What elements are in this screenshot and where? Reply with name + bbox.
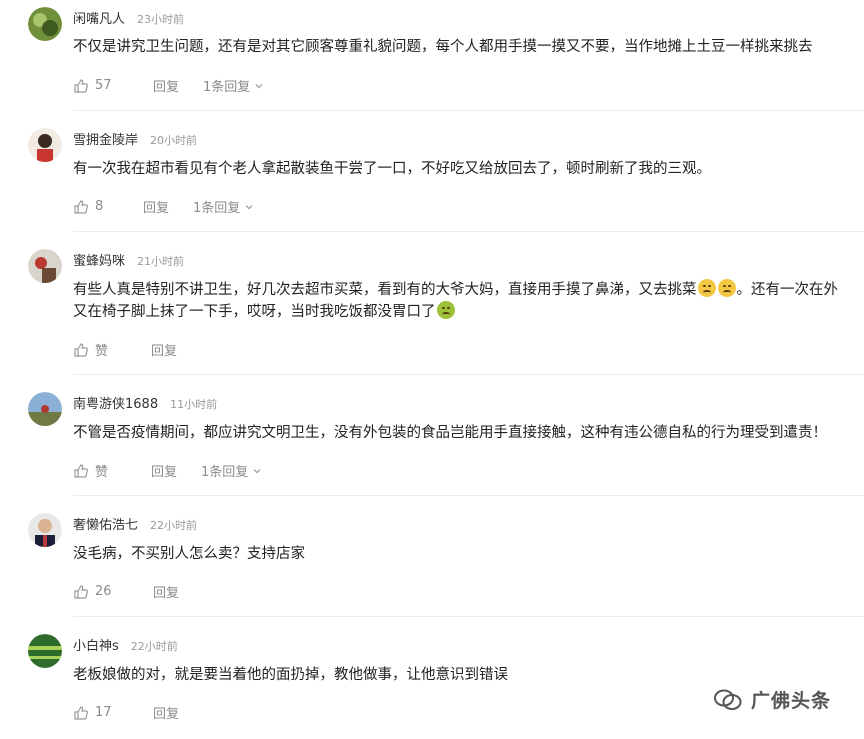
- divider: [73, 616, 864, 617]
- nauseated-face-emoji-icon: [436, 301, 455, 319]
- comment-actions: 赞 回复: [73, 340, 201, 359]
- username-text[interactable]: 奢懒佑浩七: [73, 518, 138, 533]
- username[interactable]: 蜜蜂妈咪 21小时前: [73, 250, 184, 269]
- sad-face-emoji-icon: [697, 279, 716, 297]
- comment-time: 23小时前: [137, 13, 185, 26]
- chevron-down-icon: [245, 204, 253, 209]
- chevron-down-icon: [255, 83, 263, 88]
- avatar[interactable]: [28, 634, 62, 668]
- comment-actions: 8 回复 1条回复: [73, 197, 254, 216]
- username[interactable]: 小白神s 22小时前: [73, 635, 178, 654]
- comment-actions: 17 回复: [73, 703, 203, 722]
- reply-button[interactable]: 回复: [153, 703, 203, 722]
- like-count: 17: [95, 705, 112, 720]
- divider: [73, 110, 864, 111]
- comment-actions: 赞 回复 1条回复: [73, 461, 262, 480]
- chevron-down-icon: [253, 468, 261, 473]
- comment-text: 没毛病，不买别人怎么卖？支持店家: [73, 546, 305, 562]
- comment-text: 又在椅子脚上抹了一下手，哎呀，当时我吃饭都没胃口了: [73, 301, 864, 324]
- reply-button[interactable]: 回复: [151, 461, 201, 480]
- thumbs-up-icon: [74, 342, 88, 357]
- comment-time: 20小时前: [150, 134, 198, 147]
- comment-text-line: 有些人真是特别不讲卫生，好几次去超市买菜，看到有的大爷大妈，直接用手摸了鼻涕，又…: [73, 282, 697, 298]
- reply-button[interactable]: 回复: [143, 197, 193, 216]
- replies-count: 1条回复: [203, 80, 251, 95]
- reply-button[interactable]: 回复: [151, 340, 201, 359]
- comment-text: 不仅是讲究卫生问题，还有是对其它顾客尊重礼貌问题，每个人都用手摸一摸又不要，当作…: [73, 39, 813, 55]
- comment-text: 有一次我在超市看见有个老人拿起散装鱼干尝了一口，不好吃又给放回去了，顿时刷新了我…: [73, 161, 711, 177]
- comment-text: 有些人真是特别不讲卫生，好几次去超市买菜，看到有的大爷大妈，直接用手摸了鼻涕，又…: [73, 279, 864, 302]
- like-label: 赞: [95, 344, 109, 359]
- username-text[interactable]: 雪拥金陵岸: [73, 133, 138, 148]
- comment-time: 21小时前: [137, 255, 185, 268]
- username-text[interactable]: 蜜蜂妈咪: [73, 254, 125, 269]
- thumbs-up-icon: [74, 78, 88, 93]
- divider: [73, 495, 864, 496]
- thumbs-up-icon: [74, 705, 88, 720]
- avatar[interactable]: [28, 513, 62, 547]
- username-text[interactable]: 小白神s: [73, 639, 119, 654]
- like-button[interactable]: 8: [73, 199, 143, 215]
- username[interactable]: 闲嘴凡人 23小时前: [73, 8, 184, 27]
- watermark-text: 广佛头条: [751, 690, 832, 712]
- reply-button[interactable]: 回复: [153, 582, 203, 601]
- like-button[interactable]: 26: [73, 584, 153, 600]
- like-button[interactable]: 57: [73, 78, 153, 94]
- like-count: 26: [95, 584, 112, 599]
- comment-time: 22小时前: [130, 640, 178, 653]
- username[interactable]: 奢懒佑浩七 22小时前: [73, 514, 197, 533]
- comment-text: 老板娘做的对，就是要当着他的面扔掉，教他做事，让他意识到错误: [73, 667, 508, 683]
- avatar[interactable]: [28, 7, 62, 41]
- like-button[interactable]: 赞: [73, 340, 151, 359]
- comment-text-line: 又在椅子脚上抹了一下手，哎呀，当时我吃饭都没胃口了: [73, 304, 436, 320]
- replies-count: 1条回复: [193, 201, 241, 216]
- comment-text: 不管是否疫情期间，都应讲究文明卫生，没有外包装的食品岂能用手直接接触，这种有违公…: [73, 425, 827, 441]
- divider: [73, 231, 864, 232]
- like-count: 57: [95, 78, 112, 93]
- comment-text-line: 。还有一次在外: [736, 282, 839, 298]
- username-text[interactable]: 闲嘴凡人: [73, 12, 125, 27]
- watermark: 广佛头条: [713, 686, 831, 713]
- avatar[interactable]: [28, 392, 62, 426]
- sad-face-emoji-icon: [717, 279, 736, 297]
- username[interactable]: 雪拥金陵岸 20小时前: [73, 129, 197, 148]
- like-button[interactable]: 17: [73, 705, 153, 721]
- comment-time: 22小时前: [150, 519, 198, 532]
- like-button[interactable]: 赞: [73, 461, 151, 480]
- thumbs-up-icon: [74, 463, 88, 478]
- username[interactable]: 南粤游侠1688 11小时前: [73, 393, 217, 412]
- like-label: 赞: [95, 465, 109, 480]
- like-count: 8: [95, 199, 104, 214]
- username-text[interactable]: 南粤游侠1688: [73, 397, 158, 412]
- comment-actions: 26 回复: [73, 582, 203, 601]
- avatar[interactable]: [28, 249, 62, 283]
- view-replies-button[interactable]: 1条回复: [203, 76, 264, 95]
- reply-button[interactable]: 回复: [153, 76, 203, 95]
- comment-actions: 57 回复 1条回复: [73, 76, 264, 95]
- view-replies-button[interactable]: 1条回复: [201, 461, 262, 480]
- replies-count: 1条回复: [201, 465, 249, 480]
- divider: [73, 374, 864, 375]
- thumbs-up-icon: [74, 584, 88, 599]
- comment-time: 11小时前: [170, 398, 218, 411]
- avatar[interactable]: [28, 128, 62, 162]
- wechat-channel-icon: [714, 689, 742, 710]
- thumbs-up-icon: [74, 199, 88, 214]
- view-replies-button[interactable]: 1条回复: [193, 197, 254, 216]
